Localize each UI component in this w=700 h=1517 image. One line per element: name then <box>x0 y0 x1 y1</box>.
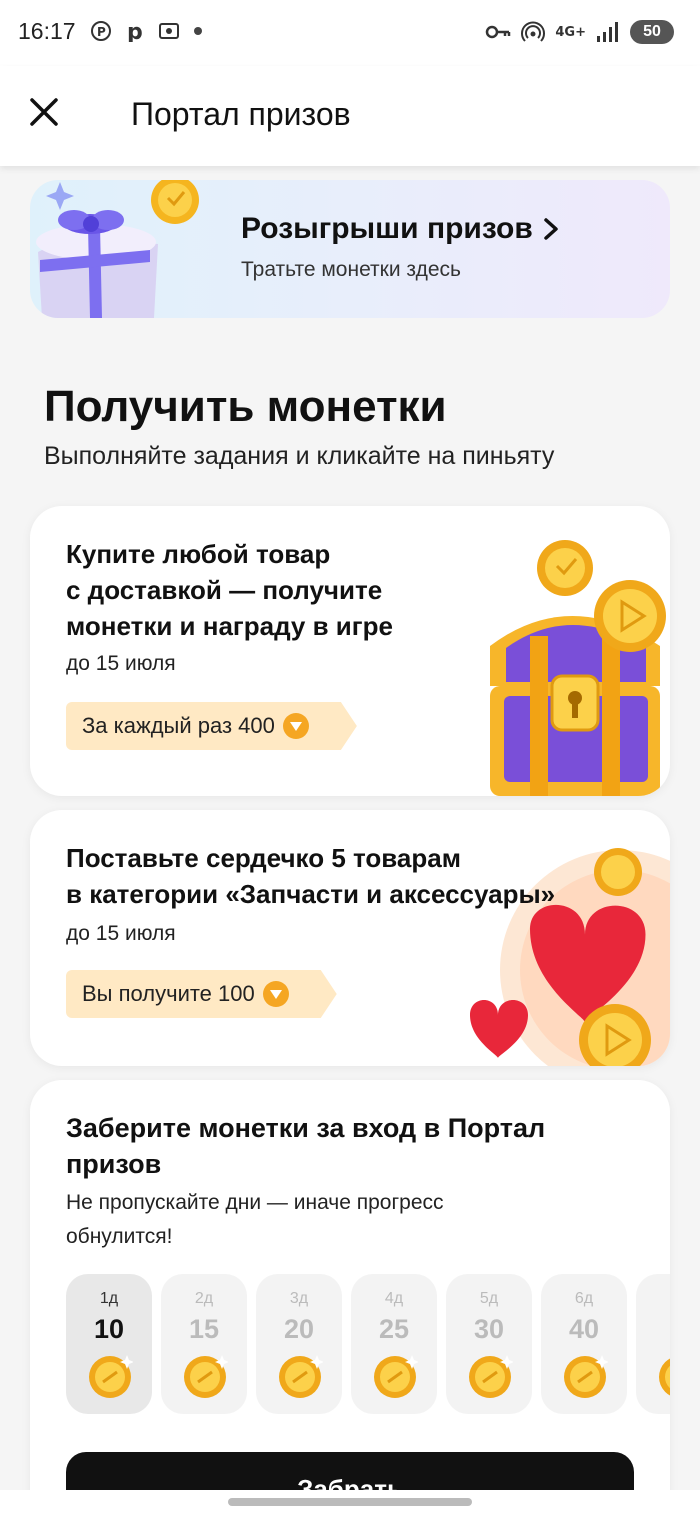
days-row: 1д 10 2д 15 3д 20 4д 25 5д 30 6д 40 <box>66 1274 670 1414</box>
task-title-line: с доставкой — получите <box>66 575 383 605</box>
treasure-chest-icon <box>490 540 666 796</box>
close-icon <box>30 98 58 126</box>
day-value: 5 <box>636 1314 670 1345</box>
page-title: Портал призов <box>131 96 351 132</box>
day-cell-5[interactable]: 5д 30 <box>446 1274 532 1414</box>
coin-icon <box>89 1355 133 1398</box>
system-nav-bar <box>0 1490 700 1517</box>
task-title: Купите любой товар с доставкой — получит… <box>66 536 393 644</box>
day-cell-6[interactable]: 6д 40 <box>541 1274 627 1414</box>
day-value: 30 <box>473 1314 505 1344</box>
reward-label: За каждый раз 400 <box>82 713 275 738</box>
prize-draws-title: Розыгрыши призов <box>241 212 559 246</box>
reward-tag: За каждый раз 400 <box>66 702 357 750</box>
prize-draws-label: Розыгрыши призов <box>241 212 533 245</box>
chevron-right-icon <box>544 218 558 240</box>
notification-icons: P p <box>90 20 202 42</box>
main-content[interactable]: Розыгрыши призов Тратьте монетки здесь П… <box>0 166 700 1490</box>
task-card-purchase[interactable]: Купите любой товар с доставкой — получит… <box>30 506 670 796</box>
task-title-line: монетки и награду в игре <box>66 611 393 641</box>
battery-level: 50 <box>643 23 661 40</box>
home-gesture-handle[interactable] <box>228 1498 472 1506</box>
day-cell-2[interactable]: 2д 15 <box>161 1274 247 1414</box>
parking-p-icon: p <box>127 20 143 42</box>
coin-icon <box>374 1355 418 1398</box>
coin-icon <box>279 1355 323 1398</box>
prize-draws-banner[interactable]: Розыгрыши призов Тратьте монетки здесь <box>30 180 670 318</box>
prize-draws-subtitle: Тратьте монетки здесь <box>241 258 461 281</box>
day-cell-1[interactable]: 1д 10 <box>66 1274 152 1414</box>
system-icons: 4G+ 50 <box>485 20 674 44</box>
claim-button[interactable]: Забрать <box>66 1452 634 1490</box>
coin-icon <box>564 1355 608 1398</box>
day-value: 15 <box>188 1314 220 1344</box>
day-label: 4д <box>384 1290 404 1307</box>
day-label: 5д <box>479 1290 499 1307</box>
close-button[interactable] <box>26 94 62 130</box>
day-label: 3д <box>289 1290 309 1307</box>
section-subtitle: Выполняйте задания и кликайте на пиньяту <box>44 442 555 470</box>
section-title: Получить монетки <box>44 382 447 431</box>
svg-text:p: p <box>127 20 143 42</box>
app-bar: Портал призов <box>0 66 700 166</box>
hotspot-icon <box>521 21 546 42</box>
hearts-icon <box>470 848 670 1066</box>
vpn-key-icon <box>486 25 511 39</box>
status-time: 16:17 <box>18 18 76 44</box>
claim-button-label: Забрать <box>297 1474 403 1490</box>
coin-icon <box>263 981 289 1007</box>
coin-icon <box>469 1355 513 1398</box>
task-deadline: до 15 июля <box>66 652 176 675</box>
daily-title-line: призов <box>66 1149 162 1179</box>
network-type-label: 4G+ <box>555 24 586 40</box>
task-title-line: в категории «Запчасти и аксессуары» <box>66 879 556 909</box>
task-title-line: Купите любой товар <box>66 539 331 569</box>
reward-tag: Вы получите 100 <box>66 970 337 1018</box>
more-notifications-dot-icon <box>194 27 202 35</box>
day-value: 10 <box>93 1314 125 1344</box>
day-value: 25 <box>378 1314 410 1344</box>
gift-box-icon <box>36 180 199 318</box>
coin-icon <box>184 1355 228 1398</box>
daily-checkin-card: Заберите монетки за вход в Портал призов… <box>30 1080 670 1490</box>
daily-subtitle: Не пропускайте дни — иначе прогресс обну… <box>66 1186 444 1254</box>
day-value: 40 <box>568 1314 600 1344</box>
daily-subtitle-line: обнулится! <box>66 1225 173 1248</box>
battery-indicator: 50 <box>630 20 674 44</box>
task-card-favorites[interactable]: Поставьте сердечко 5 товарам в категории… <box>30 810 670 1066</box>
day-label: 6д <box>574 1290 594 1307</box>
day-label: 1д <box>99 1290 119 1307</box>
status-bar: 16:17 P p 4G+ 50 <box>0 0 700 66</box>
parking-circle-icon: P <box>91 21 111 41</box>
day-cell-7[interactable]: 7 5 <box>636 1274 670 1414</box>
day-cell-4[interactable]: 4д 25 <box>351 1274 437 1414</box>
svg-text:P: P <box>97 25 106 39</box>
coin-icon <box>659 1358 670 1396</box>
daily-title: Заберите монетки за вход в Портал призов <box>66 1110 545 1182</box>
day-cell-3[interactable]: 3д 20 <box>256 1274 342 1414</box>
reward-label: Вы получите 100 <box>82 981 255 1006</box>
task-deadline: до 15 июля <box>66 922 176 945</box>
day-label: 7 <box>636 1290 670 1308</box>
day-label: 2д <box>194 1290 214 1307</box>
signal-icon <box>597 22 618 42</box>
coin-icon <box>283 713 309 739</box>
daily-title-line: Заберите монетки за вход в Портал <box>66 1113 546 1143</box>
daily-subtitle-line: Не пропускайте дни — иначе прогресс <box>66 1191 444 1214</box>
screenshot-icon <box>159 23 179 39</box>
day-value: 20 <box>283 1314 315 1344</box>
